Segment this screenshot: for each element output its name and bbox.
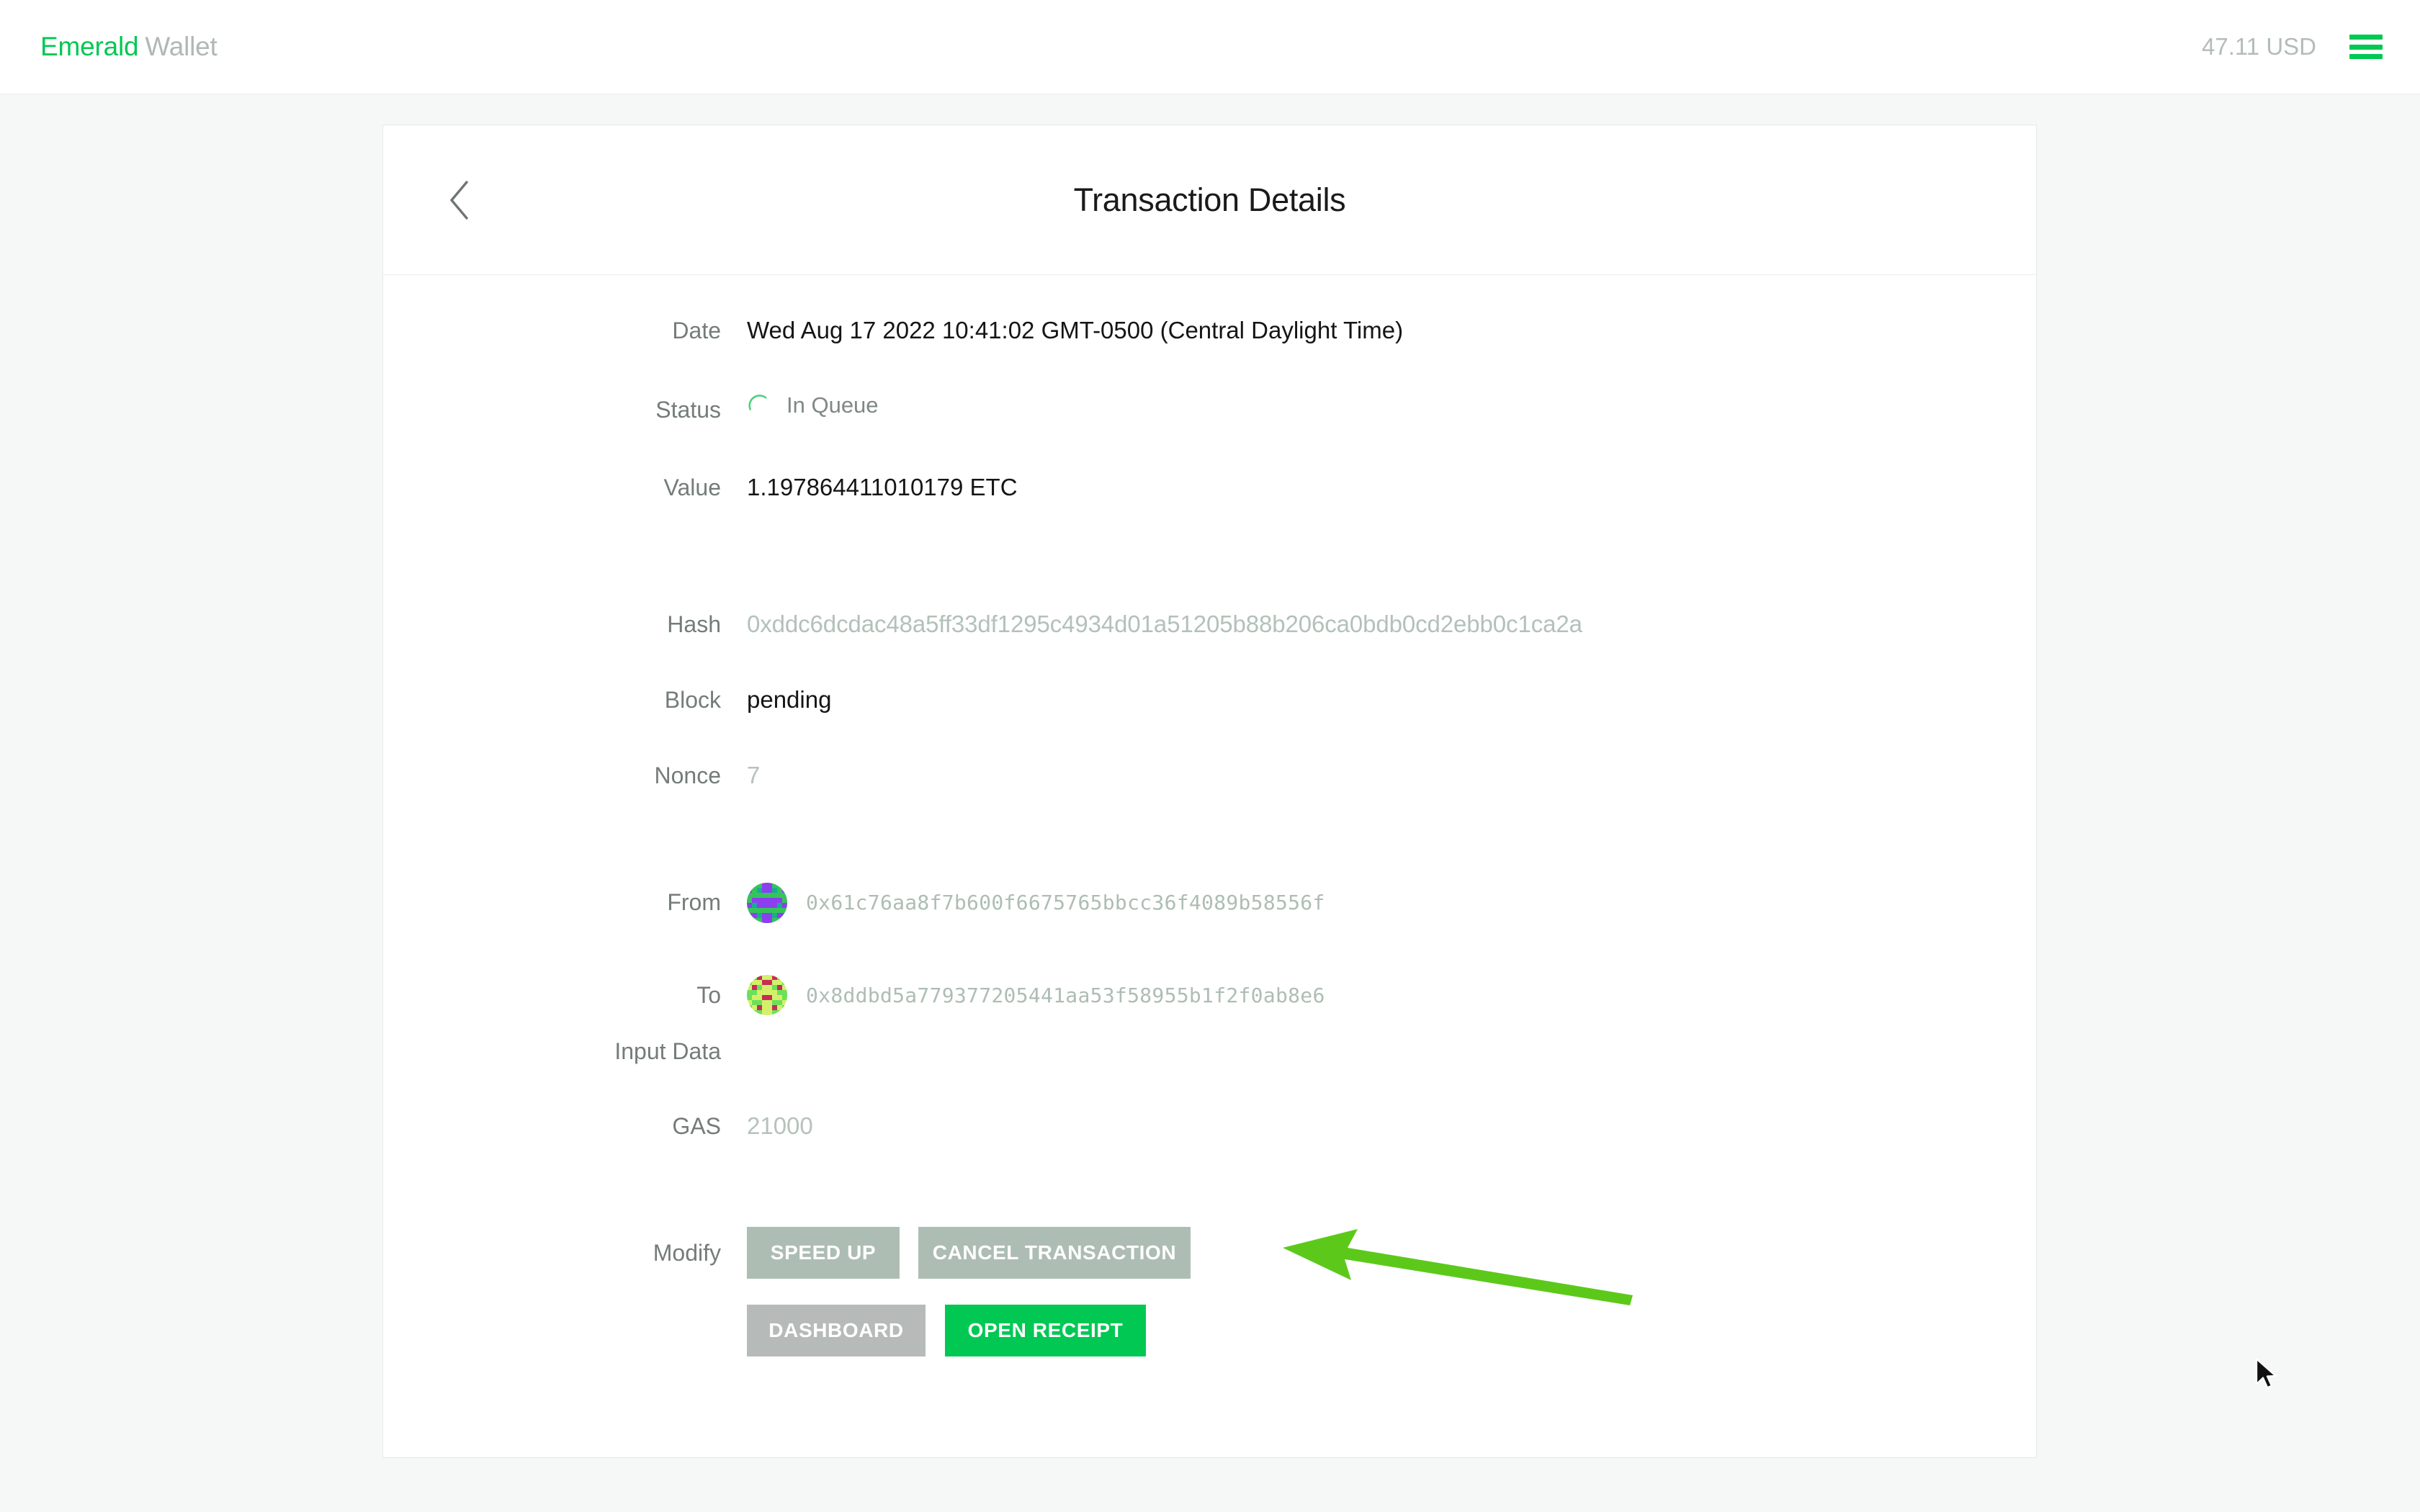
value-amount: 1.197864411010179 ETC: [747, 474, 1018, 500]
label-value: Value: [663, 474, 721, 500]
label-gas: GAS: [672, 1113, 721, 1139]
card-body: Date Wed Aug 17 2022 10:41:02 GMT-0500 (…: [383, 275, 2036, 1356]
detail-row-gas: GAS 21000: [383, 1112, 2036, 1202]
footer-button-group: DASHBOARD OPEN RECEIPT: [747, 1303, 2036, 1356]
brand-name-primary: Emerald: [40, 32, 139, 61]
label-block: Block: [664, 687, 721, 713]
page-title: Transaction Details: [1073, 181, 1346, 218]
hamburger-bar: [2349, 54, 2383, 59]
to-address: 0x8ddbd5a779377205441aa53f58955b1f2f0ab8…: [806, 983, 1325, 1007]
label-date: Date: [672, 318, 721, 343]
label-modify: Modify: [653, 1239, 721, 1266]
chevron-left-icon: [447, 179, 471, 221]
label-from: From: [667, 889, 721, 915]
value-hash[interactable]: 0xddc6dcdac48a5ff33df1295c4934d01a51205b…: [747, 611, 2036, 638]
modify-button-group: SPEED UP CANCEL TRANSACTION: [747, 1227, 2036, 1279]
back-button[interactable]: [434, 175, 484, 225]
from-address-cell[interactable]: 0x61c76aa8f7b600f6675765bbcc36f4089b5855…: [747, 882, 2036, 923]
detail-row-hash: Hash 0xddc6dcdac48a5ff33df1295c4934d01a5…: [383, 611, 2036, 686]
label-nonce: Nonce: [654, 762, 722, 788]
value-date: Wed Aug 17 2022 10:41:02 GMT-0500 (Centr…: [747, 317, 1404, 343]
fiat-balance: 47.11 USD: [2202, 33, 2316, 60]
detail-row-block: Block pending: [383, 686, 2036, 762]
top-bar: Emerald Wallet 47.11 USD: [0, 0, 2420, 94]
label-input-data: Input Data: [614, 1038, 721, 1064]
dashboard-button[interactable]: DASHBOARD: [747, 1305, 926, 1356]
open-receipt-button[interactable]: OPEN RECEIPT: [945, 1305, 1146, 1356]
status-cell: In Queue: [747, 392, 2036, 418]
avatar-identicon-from: [747, 882, 787, 923]
speed-up-button[interactable]: SPEED UP: [747, 1227, 900, 1279]
label-status: Status: [655, 397, 721, 423]
value-from: 0x61c76aa8f7b600f6675765bbcc36f4089b5855…: [747, 882, 2036, 923]
label-hash: Hash: [667, 611, 721, 637]
value-block: pending: [747, 686, 832, 713]
from-address: 0x61c76aa8f7b600f6675765bbcc36f4089b5855…: [806, 891, 1325, 914]
transaction-details-card: Transaction Details Date Wed Aug 17 2022…: [382, 125, 2037, 1458]
spinner-icon: [747, 393, 771, 418]
brand-name-secondary: Wallet: [145, 32, 218, 61]
hamburger-bar: [2349, 35, 2383, 40]
detail-row-to: To 0x8ddbd5a779377205441aa53f58955b1f2f0…: [383, 952, 2036, 1038]
detail-row-nonce: Nonce 7: [383, 762, 2036, 853]
cancel-transaction-button[interactable]: CANCEL TRANSACTION: [918, 1227, 1191, 1279]
detail-row-date: Date Wed Aug 17 2022 10:41:02 GMT-0500 (…: [383, 317, 2036, 392]
value-status: In Queue: [747, 392, 2036, 418]
value-nonce: 7: [747, 762, 761, 788]
top-bar-right: 47.11 USD: [2202, 33, 2383, 60]
label-to: To: [696, 981, 721, 1008]
card-header: Transaction Details: [383, 125, 2036, 275]
status-badge: In Queue: [786, 392, 879, 418]
value-to: 0x8ddbd5a779377205441aa53f58955b1f2f0ab8…: [747, 975, 2036, 1015]
detail-row-value: Value 1.197864411010179 ETC: [383, 474, 2036, 611]
to-address-cell[interactable]: 0x8ddbd5a779377205441aa53f58955b1f2f0ab8…: [747, 975, 2036, 1015]
value-modify: SPEED UP CANCEL TRANSACTION: [747, 1227, 2036, 1279]
detail-row-modify: Modify SPEED UP CANCEL TRANSACTION: [383, 1202, 2036, 1303]
value-gas: 21000: [747, 1112, 813, 1139]
detail-row-input-data: Input Data: [383, 1038, 2036, 1112]
detail-row-from: From 0x61c76aa8f7b600f6675765bbcc36f4089…: [383, 853, 2036, 952]
mouse-pointer-icon: [2253, 1356, 2282, 1392]
detail-row-status: Status In Queue: [383, 392, 2036, 474]
app-logo[interactable]: Emerald Wallet: [40, 32, 218, 62]
hamburger-bar: [2349, 44, 2383, 50]
avatar-identicon-to: [747, 975, 787, 1015]
hamburger-menu-icon[interactable]: [2349, 35, 2383, 59]
